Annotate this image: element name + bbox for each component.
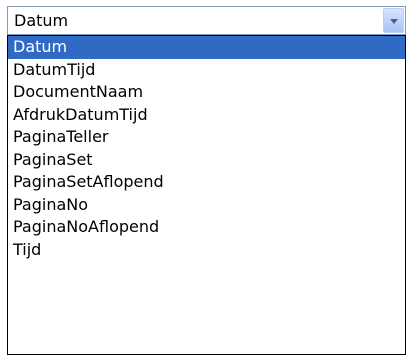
dropdown-option-datumtijd[interactable]: DatumTijd [8,59,405,82]
dropdown-option-documentnaam[interactable]: DocumentNaam [8,81,405,104]
dropdown-option-datum[interactable]: Datum [8,36,405,59]
dropdown-option-paginateller[interactable]: PaginaTeller [8,126,405,149]
dropdown-toggle-button[interactable] [383,8,404,33]
dropdown-list: Datum DatumTijd DocumentNaam AfdrukDatum… [7,35,406,355]
dropdown-option-tijd[interactable]: Tijd [8,239,405,262]
dropdown-option-paginano[interactable]: PaginaNo [8,194,405,217]
combo-box[interactable]: Datum [7,6,406,35]
chevron-down-icon [390,19,398,24]
dropdown-option-paginaset[interactable]: PaginaSet [8,149,405,172]
combo-selected-value: Datum [14,11,69,30]
dropdown-option-paginanoaflopend[interactable]: PaginaNoAflopend [8,216,405,239]
dropdown-option-paginasetaflopend[interactable]: PaginaSetAflopend [8,171,405,194]
dropdown-option-afdrukdatumtijd[interactable]: AfdrukDatumTijd [8,104,405,127]
